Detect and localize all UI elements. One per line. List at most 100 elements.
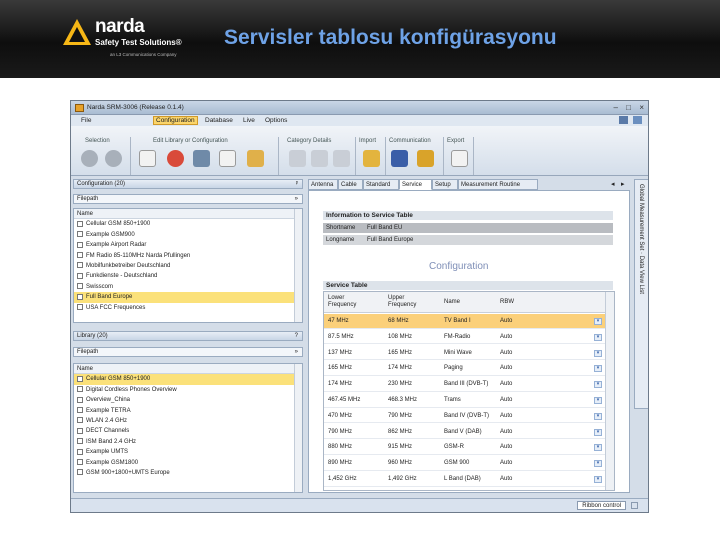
tab-standard[interactable]: Standard (363, 179, 399, 190)
rbw-cell[interactable]: Auto (500, 334, 512, 340)
menu-file[interactable]: File (81, 117, 91, 124)
pin-icon[interactable]: ᵖ (296, 180, 298, 189)
checkbox[interactable] (77, 303, 83, 310)
checkbox[interactable] (77, 241, 83, 248)
configuration-filter[interactable]: Filepath » (73, 194, 303, 204)
library-item[interactable]: Digital Cordless Phones Overview (74, 385, 302, 395)
connect-gear-icon[interactable] (391, 150, 408, 167)
library-item[interactable]: WLAN 2.4 GHz (74, 416, 302, 426)
header-upper-frequency[interactable]: Upper Frequency (388, 295, 428, 309)
table-row[interactable]: 1,452 GHz 1,492 GHz L Band (DAB) Auto ▾ (324, 472, 605, 487)
import-folder-icon[interactable] (363, 150, 380, 167)
rbw-cell[interactable]: Auto (500, 444, 512, 450)
dropdown-arrow-icon[interactable]: ▾ (594, 333, 602, 341)
rbw-cell[interactable]: Auto (500, 365, 512, 371)
checkbox[interactable] (77, 272, 83, 279)
paste-icon[interactable] (247, 150, 264, 167)
check-icon[interactable] (81, 150, 98, 167)
checkbox[interactable] (77, 417, 83, 424)
configuration-item[interactable]: Mobilfunkbetreiber Deutschland (74, 261, 302, 271)
library-item[interactable]: GSM 900+1800+UMTS Europe (74, 468, 302, 478)
scrollbar[interactable] (294, 364, 302, 492)
category-delete-icon[interactable] (311, 150, 328, 167)
library-item[interactable]: Overview_China (74, 395, 302, 405)
checkbox[interactable] (77, 438, 83, 445)
menu-live[interactable]: Live (243, 117, 255, 124)
checkbox[interactable] (77, 262, 83, 269)
dropdown-arrow-icon[interactable]: ▾ (594, 444, 602, 452)
configuration-item[interactable]: Swisscom (74, 282, 302, 292)
window-small-icon[interactable] (631, 502, 638, 509)
longname-value[interactable]: Full Band Europe (367, 235, 413, 246)
dropdown-arrow-icon[interactable]: ▾ (594, 318, 602, 325)
header-rbw[interactable]: RBW (500, 299, 514, 305)
maximize-button[interactable]: □ (626, 104, 631, 112)
checkbox[interactable] (77, 448, 83, 455)
menu-configuration[interactable]: Configuration (153, 116, 198, 125)
column-header-name[interactable]: Name (74, 364, 302, 375)
chevron-down-icon[interactable]: » (295, 195, 298, 204)
checkbox[interactable] (77, 427, 83, 434)
table-row[interactable]: 87.5 MHz 108 MHz FM-Radio Auto ▾ (324, 330, 605, 345)
table-row[interactable]: 880 MHz 915 MHz GSM-R Auto ▾ (324, 440, 605, 455)
rbw-cell[interactable]: Auto (500, 318, 512, 324)
checkbox[interactable] (77, 396, 83, 403)
shortname-row[interactable]: Shortname Full Band EU (323, 223, 613, 234)
dropdown-arrow-icon[interactable]: ▾ (594, 476, 602, 483)
rbw-cell[interactable]: Auto (500, 413, 512, 419)
checkbox[interactable] (77, 220, 83, 227)
checkbox[interactable] (77, 231, 83, 238)
rbw-cell[interactable]: Auto (500, 397, 512, 403)
table-row[interactable]: 470 MHz 790 MHz Band IV (DVB-T) Auto ▾ (324, 409, 605, 424)
transfer-gear-icon[interactable] (417, 150, 434, 167)
rbw-cell[interactable]: Auto (500, 476, 512, 482)
menu-database[interactable]: Database (205, 117, 233, 124)
checkbox[interactable] (77, 375, 83, 382)
checkbox[interactable] (77, 283, 83, 290)
header-lower-frequency[interactable]: Lower Frequency (328, 295, 368, 309)
scrollbar[interactable] (605, 292, 614, 490)
table-row[interactable]: 47 MHz 68 MHz TV Band I Auto ▾ (324, 314, 605, 329)
delete-icon[interactable] (167, 150, 184, 167)
side-tabs-label[interactable]: Global Measurement Set · Data View List (638, 184, 644, 294)
library-item[interactable]: DECT Channels (74, 426, 302, 436)
tab-cable[interactable]: Cable (338, 179, 363, 190)
camera-icon[interactable] (619, 116, 628, 124)
category-edit-icon[interactable] (333, 150, 350, 167)
tab-measurement-routine[interactable]: Measurement Routine (458, 179, 538, 190)
configuration-item[interactable]: Funkdienste - Deutschland (74, 271, 302, 281)
configuration-item[interactable]: USA FCC Frequences (74, 303, 302, 313)
checkbox[interactable] (77, 458, 83, 465)
table-row[interactable]: 137 MHz 165 MHz Mini Wave Auto ▾ (324, 346, 605, 361)
checkbox[interactable] (77, 386, 83, 393)
table-row[interactable]: 467.45 MHz 468.3 MHz Trams Auto ▾ (324, 393, 605, 408)
new-document-icon[interactable] (139, 150, 156, 167)
dropdown-arrow-icon[interactable]: ▾ (594, 381, 602, 389)
dropdown-arrow-icon[interactable]: ▾ (594, 349, 602, 357)
library-item[interactable]: ISM Band 2.4 GHz (74, 437, 302, 447)
cut-icon[interactable] (193, 150, 210, 167)
tab-service[interactable]: Service (399, 179, 432, 190)
dropdown-arrow-icon[interactable]: ▾ (594, 428, 602, 436)
scrollbar[interactable] (294, 209, 302, 322)
checkbox[interactable] (77, 251, 83, 258)
menu-options[interactable]: Options (265, 117, 287, 124)
dropdown-arrow-icon[interactable]: ▾ (594, 397, 602, 404)
configuration-item[interactable]: Full Band Europe (74, 292, 302, 303)
tab-setup[interactable]: Setup (432, 179, 458, 190)
rbw-cell[interactable]: Auto (500, 350, 512, 356)
side-tab-strip[interactable]: Global Measurement Set · Data View List (634, 179, 648, 409)
close-button[interactable]: × (639, 104, 644, 112)
table-row[interactable]: 790 MHz 862 MHz Band V (DAB) Auto ▾ (324, 425, 605, 440)
table-row[interactable]: 174 MHz 230 MHz Band III (DVB-T) Auto ▾ (324, 377, 605, 392)
minimize-button[interactable]: – (614, 104, 618, 112)
ribbon-control-button[interactable]: Ribbon control (577, 501, 626, 510)
header-name[interactable]: Name (444, 299, 460, 305)
dropdown-arrow-icon[interactable]: ▾ (594, 412, 602, 420)
tab-antenna[interactable]: Antenna (308, 179, 338, 190)
checkbox[interactable] (77, 406, 83, 413)
library-item[interactable]: Example GSM1800 (74, 458, 302, 468)
check-all-icon[interactable] (105, 150, 122, 167)
configuration-item[interactable]: Cellular GSM 850+1900 (74, 219, 302, 229)
longname-row[interactable]: Longname Full Band Europe (323, 235, 613, 246)
